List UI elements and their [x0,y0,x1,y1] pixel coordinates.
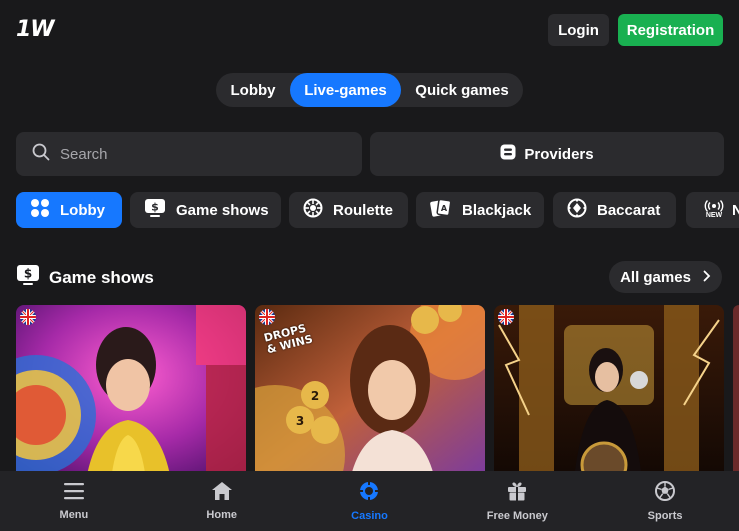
chip-icon [567,198,587,222]
category-chips: Lobby $ Game shows Roulette A Blackjack … [16,192,739,228]
category-label: Blackjack [462,201,532,219]
tab-quick-games[interactable]: Quick games [401,73,523,107]
game-card[interactable]: 2 3 DROPS & WINS [255,305,485,480]
login-button[interactable]: Login [548,14,609,46]
all-games-label: All games [620,268,691,286]
nav-label: Casino [351,509,388,522]
providers-button[interactable]: Providers [370,132,724,176]
section-title: Game shows [49,267,154,287]
providers-label: Providers [524,145,594,163]
search-input[interactable] [60,145,340,163]
category-label: Baccarat [597,201,661,219]
game-card[interactable] [494,305,724,480]
section-header: $ Game shows [16,264,154,291]
new-badge: NEW [705,212,723,219]
roulette-icon [303,198,323,222]
nav-sports[interactable]: Sports [591,471,739,531]
dollar-icon: $ [16,264,40,291]
nav-menu[interactable]: Menu [0,471,148,531]
category-baccarat[interactable]: Baccarat [553,192,676,228]
nav-home[interactable]: Home [148,471,296,531]
nav-label: Sports [647,509,683,522]
category-label: N [732,201,739,219]
casino-icon [359,480,380,504]
registration-button[interactable]: Registration [618,14,723,46]
menu-icon [63,482,84,503]
svg-text:$: $ [151,201,159,214]
game-type-tabs: Lobby Live-games Quick games [216,73,523,107]
chevron-right-icon [703,269,711,286]
all-games-button[interactable]: All games [609,261,722,293]
nav-label: Menu [59,508,89,521]
tab-live-games[interactable]: Live-games [290,73,401,107]
logo[interactable]: 1W [16,17,55,42]
grid-icon [30,198,50,222]
home-icon [211,481,232,503]
nav-label: Home [206,508,237,521]
game-thumbnail [494,305,724,480]
category-new[interactable]: NEW N [686,192,739,228]
game-card[interactable] [16,305,246,480]
category-roulette[interactable]: Roulette [289,192,408,228]
category-lobby[interactable]: Lobby [16,192,122,228]
svg-text:$: $ [24,267,32,281]
nav-casino[interactable]: Casino [296,471,444,531]
uk-flag-icon [259,309,275,325]
gift-icon [507,481,527,504]
dollar-icon: $ [144,198,166,222]
nav-label: Free Money [486,509,548,522]
uk-flag-icon [20,309,36,325]
search-icon [32,143,50,166]
providers-icon [500,144,516,164]
uk-flag-icon [498,309,514,325]
svg-text:A: A [441,204,448,213]
game-thumbnail [733,305,739,480]
svg-text:2: 2 [311,389,319,403]
svg-text:3: 3 [296,414,304,428]
cards-icon: A [430,198,452,222]
bottom-nav: Menu Home Casino Free Money Sports [0,471,739,531]
category-label: Game shows [176,201,269,219]
category-label: Roulette [333,201,393,219]
search-box[interactable] [16,132,362,176]
broadcast-icon: NEW [704,200,724,220]
game-card-partial[interactable] [733,305,739,480]
category-blackjack[interactable]: A Blackjack [416,192,544,228]
tab-lobby[interactable]: Lobby [216,73,290,107]
soccer-ball-icon [655,480,676,504]
nav-free-money[interactable]: Free Money [443,471,591,531]
game-thumbnail [16,305,246,480]
category-game-shows[interactable]: $ Game shows [130,192,281,228]
category-label: Lobby [60,201,105,219]
